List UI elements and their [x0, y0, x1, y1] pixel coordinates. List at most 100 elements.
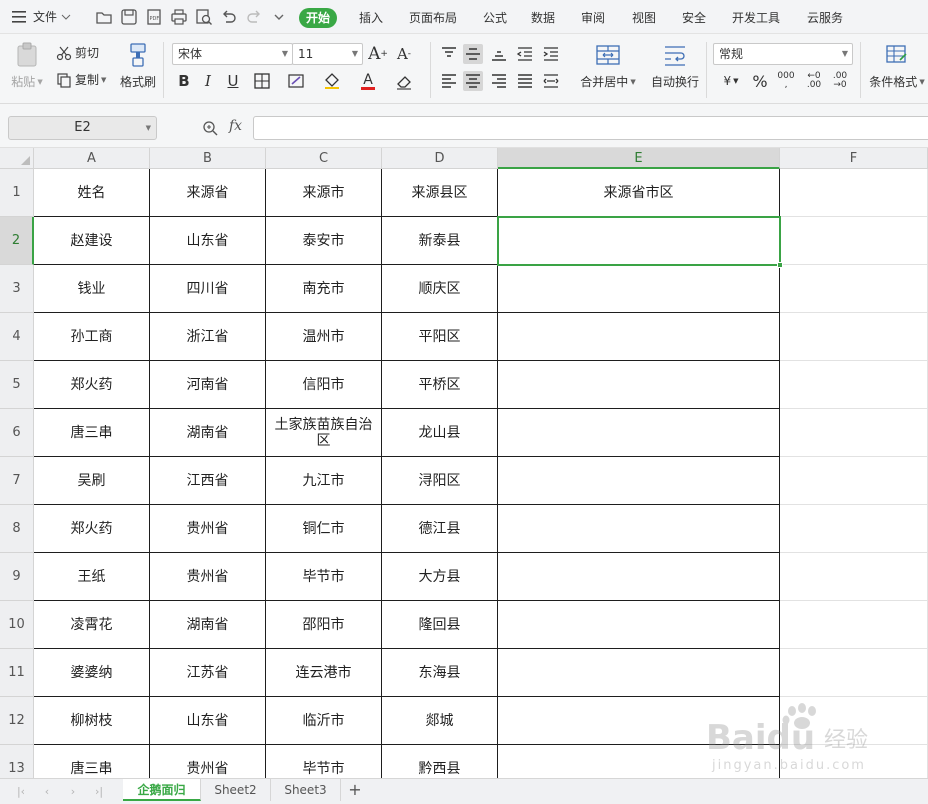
cell-a2[interactable]: 赵建设 [34, 217, 150, 265]
justify-icon[interactable] [515, 71, 535, 91]
decrease-indent-icon[interactable] [515, 44, 535, 64]
next-sheet-icon[interactable]: › [66, 784, 80, 800]
column-header-b[interactable]: B [150, 148, 266, 169]
row-header-9[interactable]: 9 [0, 553, 34, 601]
row-header-6[interactable]: 6 [0, 409, 34, 457]
column-header-c[interactable]: C [266, 148, 382, 169]
column-header-f[interactable]: F [780, 148, 928, 169]
menu-item-9[interactable]: 云服务 [800, 8, 850, 28]
increase-indent-icon[interactable] [541, 44, 561, 64]
print-preview-icon[interactable] [195, 8, 213, 26]
cell-c9[interactable]: 毕节市 [266, 553, 382, 601]
row-header-2[interactable]: 2 [0, 217, 34, 265]
zoom-icon[interactable] [202, 120, 218, 136]
cell-a9[interactable]: 王纸 [34, 553, 150, 601]
cell-f8[interactable] [780, 505, 928, 553]
menu-item-6[interactable]: 视图 [625, 8, 663, 28]
cell-style-icon[interactable] [286, 71, 306, 91]
thousands-icon[interactable]: 000, [776, 71, 796, 91]
cell-e6[interactable] [498, 409, 780, 457]
decrease-decimal-icon[interactable]: .00 →0 [830, 71, 850, 91]
add-sheet-button[interactable]: + [345, 779, 365, 801]
print-icon[interactable] [170, 8, 188, 26]
align-left-icon[interactable] [439, 71, 459, 91]
cell-e13[interactable] [498, 745, 780, 778]
cell-b13[interactable]: 贵州省 [150, 745, 266, 778]
cell-d2[interactable]: 新泰县 [382, 217, 498, 265]
cell-a12[interactable]: 柳树枝 [34, 697, 150, 745]
file-menu[interactable]: 文件 [12, 0, 71, 34]
menu-item-1[interactable]: 插入 [352, 8, 390, 28]
cell-b11[interactable]: 江苏省 [150, 649, 266, 697]
percent-icon[interactable]: % [750, 71, 770, 91]
cell-d5[interactable]: 平桥区 [382, 361, 498, 409]
save-icon[interactable] [120, 8, 138, 26]
name-box[interactable]: E2 ▼ [8, 116, 157, 140]
cell-e5[interactable] [498, 361, 780, 409]
cell-b4[interactable]: 浙江省 [150, 313, 266, 361]
sheet-tab-1[interactable]: Sheet2 [201, 779, 271, 801]
row-header-4[interactable]: 4 [0, 313, 34, 361]
italic-icon[interactable]: I [198, 71, 218, 91]
row-header-7[interactable]: 7 [0, 457, 34, 505]
row-header-13[interactable]: 13 [0, 745, 34, 778]
conditional-format-button[interactable]: 条件格式 ▼ [866, 42, 928, 98]
cell-d3[interactable]: 顺庆区 [382, 265, 498, 313]
cell-a7[interactable]: 吴刷 [34, 457, 150, 505]
decrease-font-icon[interactable]: A- [394, 44, 414, 64]
font-color-icon[interactable]: A [358, 71, 378, 91]
cell-f7[interactable] [780, 457, 928, 505]
cell-b10[interactable]: 湖南省 [150, 601, 266, 649]
menu-item-5[interactable]: 审阅 [574, 8, 612, 28]
cell-f10[interactable] [780, 601, 928, 649]
cell-d7[interactable]: 浔阳区 [382, 457, 498, 505]
cell-f13[interactable] [780, 745, 928, 778]
cell-d10[interactable]: 隆回县 [382, 601, 498, 649]
sheet-tab-2[interactable]: Sheet3 [271, 779, 341, 801]
align-center-icon[interactable] [463, 71, 483, 91]
cell-e8[interactable] [498, 505, 780, 553]
undo-icon[interactable] [220, 8, 238, 26]
cell-c4[interactable]: 温州市 [266, 313, 382, 361]
cell-d1[interactable]: 来源县区 [382, 169, 498, 217]
cell-b5[interactable]: 河南省 [150, 361, 266, 409]
cell-f12[interactable] [780, 697, 928, 745]
menu-item-0[interactable]: 开始 [299, 8, 338, 28]
column-header-a[interactable]: A [34, 148, 150, 169]
format-painter-button[interactable]: 格式刷 [118, 42, 158, 98]
cell-d6[interactable]: 龙山县 [382, 409, 498, 457]
underline-icon[interactable]: U [223, 71, 243, 91]
cell-c2[interactable]: 泰安市 [266, 217, 382, 265]
sheet-tab-0[interactable]: 企鹅面归 [123, 779, 201, 801]
cell-e1[interactable]: 来源省市区 [498, 169, 780, 217]
cell-f5[interactable] [780, 361, 928, 409]
cell-f4[interactable] [780, 313, 928, 361]
fill-color-icon[interactable] [322, 71, 342, 91]
cell-e7[interactable] [498, 457, 780, 505]
distributed-align-icon[interactable] [541, 71, 561, 91]
cell-f2[interactable] [780, 217, 928, 265]
increase-decimal-icon[interactable]: ←0.00 [804, 71, 824, 91]
cell-a1[interactable]: 姓名 [34, 169, 150, 217]
number-format-select[interactable]: 常规 ▼ [713, 43, 853, 65]
cell-e10[interactable] [498, 601, 780, 649]
merge-center-button[interactable]: 合并居中 ▼ [578, 42, 638, 98]
cell-e12[interactable] [498, 697, 780, 745]
row-header-11[interactable]: 11 [0, 649, 34, 697]
cell-b3[interactable]: 四川省 [150, 265, 266, 313]
menu-item-4[interactable]: 数据 [524, 8, 562, 28]
cell-a10[interactable]: 凌霄花 [34, 601, 150, 649]
cell-d13[interactable]: 黔西县 [382, 745, 498, 778]
cell-b12[interactable]: 山东省 [150, 697, 266, 745]
column-header-e[interactable]: E [498, 148, 780, 169]
menu-item-7[interactable]: 安全 [675, 8, 713, 28]
first-sheet-icon[interactable]: |‹ [14, 784, 28, 800]
last-sheet-icon[interactable]: ›| [92, 784, 106, 800]
cell-c13[interactable]: 毕节市 [266, 745, 382, 778]
open-folder-icon[interactable] [95, 8, 113, 26]
cell-a11[interactable]: 婆婆纳 [34, 649, 150, 697]
fill-handle[interactable] [777, 262, 783, 268]
align-right-icon[interactable] [489, 71, 509, 91]
export-pdf-icon[interactable]: PDF [145, 8, 163, 26]
fx-icon[interactable]: fx [229, 118, 242, 134]
